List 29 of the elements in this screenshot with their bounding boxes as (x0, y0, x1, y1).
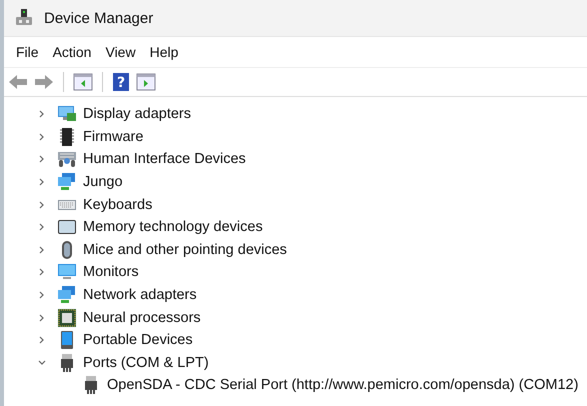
tree-item[interactable]: Display adapters (83, 106, 191, 122)
tree-item[interactable]: Memory technology devices (83, 219, 263, 236)
back-arrow-icon[interactable] (8, 73, 28, 91)
tree-item[interactable]: OpenSDA - CDC Serial Port (http://www.pemicro.com/opensda) (COM12) (107, 377, 578, 394)
menu-item[interactable]: Action (46, 41, 98, 63)
network-icon (57, 172, 77, 192)
menu-item[interactable]: File (10, 41, 45, 63)
tree-item[interactable]: Mice and other pointing devices (83, 242, 287, 258)
menu-item[interactable]: View (99, 41, 142, 63)
pane-toggle-icon[interactable] (73, 73, 93, 91)
tree-item[interactable]: Monitors (83, 264, 139, 280)
menu-item[interactable]: Help (144, 41, 184, 63)
tree-item[interactable]: Network adapters (83, 287, 197, 304)
tree-item[interactable]: Jungo (83, 174, 123, 190)
tree-item[interactable]: Keyboards (83, 196, 152, 213)
network-icon (57, 285, 77, 306)
processor-icon (57, 308, 77, 328)
tree-item[interactable]: Firmware (83, 128, 144, 145)
chip-icon (57, 126, 77, 147)
action-pane-icon[interactable] (136, 73, 156, 91)
tree-item[interactable]: Ports (COM & LPT) (83, 354, 209, 371)
tree-item[interactable]: Neural processors (83, 310, 201, 326)
help-icon[interactable]: ? (112, 72, 130, 92)
forward-arrow-icon[interactable] (34, 73, 54, 91)
tree-item[interactable]: Human Interface Devices (83, 151, 246, 168)
device-manager-icon (14, 8, 34, 28)
keyboard-mouse-icon (57, 149, 77, 170)
tree-item[interactable]: Portable Devices (83, 332, 193, 348)
window-title: Device Manager (44, 10, 154, 26)
